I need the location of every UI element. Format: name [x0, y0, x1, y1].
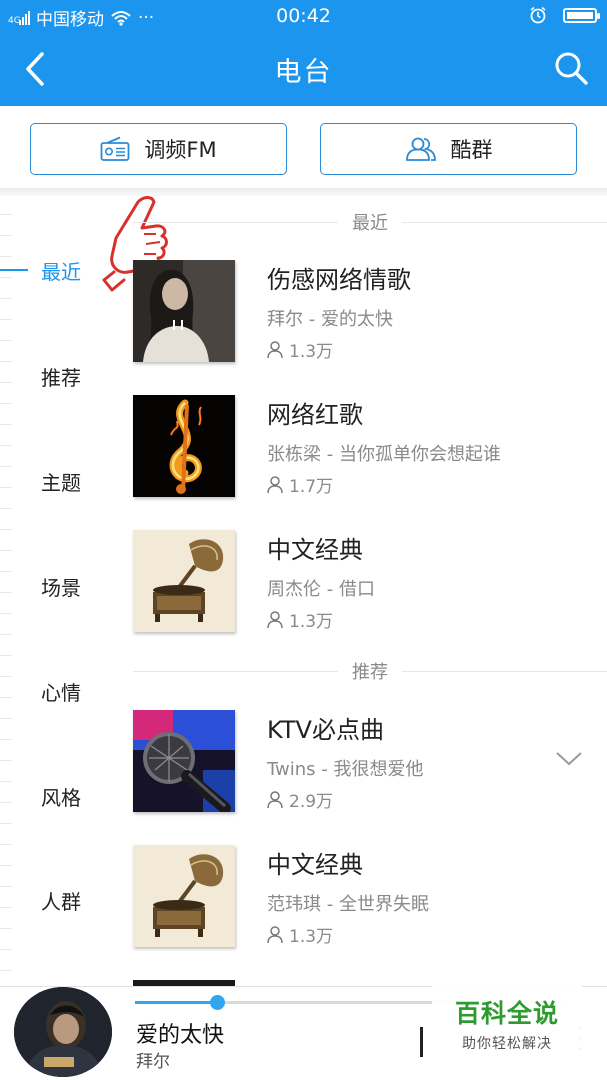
category-crowd[interactable]: 人群	[41, 886, 81, 915]
chevron-down-icon[interactable]	[554, 748, 584, 768]
item-title: 伤感网络情歌	[267, 266, 411, 294]
category-recommended[interactable]: 推荐	[41, 362, 81, 391]
fm-button-label: 调频FM	[144, 138, 217, 162]
section-header-recommended: 推荐	[133, 656, 607, 686]
fm-button[interactable]: 调频FM	[30, 123, 287, 175]
watermark-logo: 百科全说 助你轻松解决	[432, 986, 582, 1058]
album-cover-gramophone	[133, 845, 235, 947]
item-title: 网络红歌	[267, 401, 363, 429]
category-style[interactable]: 风格	[41, 782, 81, 811]
sidebar-scale	[0, 196, 12, 986]
list-item[interactable]: 中文经典 周杰伦 - 借口 1.3万	[133, 530, 607, 640]
item-subtitle: 拜尔 - 爱的太快	[267, 309, 393, 330]
listener-count: 1.3万	[267, 337, 333, 362]
item-subtitle: Twins - 我很想爱他	[267, 759, 424, 780]
item-title: 中文经典	[267, 851, 363, 879]
list-item[interactable]: KTV必点曲 Twins - 我很想爱他 2.9万	[133, 710, 607, 820]
person-icon	[267, 925, 283, 943]
radio-icon	[100, 136, 130, 161]
group-icon	[405, 137, 436, 161]
item-subtitle: 周杰伦 - 借口	[267, 579, 375, 600]
category-sidebar: 最近 推荐 主题 场景 心情 风格 人群	[0, 196, 118, 986]
progress-knob[interactable]	[209, 995, 225, 1010]
listener-count: 2.9万	[267, 787, 333, 812]
list-item[interactable]: 中文经典 范玮琪 - 全世界失眠 1.3万	[133, 845, 607, 955]
group-button-label: 酷群	[450, 138, 493, 162]
search-icon[interactable]	[551, 48, 591, 88]
list-item[interactable]: 网络红歌 张栋梁 - 当你孤单你会想起谁 1.7万	[133, 395, 607, 505]
alarm-icon	[530, 6, 546, 24]
list-item[interactable]: 伤感网络情歌 拜尔 - 爱的太快 1.3万	[133, 260, 607, 370]
album-cover-fire-clef	[133, 395, 235, 497]
watermark-title: 百科全说	[454, 999, 559, 1028]
top-button-row: 调频FM 酷群	[0, 106, 607, 190]
section-label: 最近	[352, 213, 388, 234]
listener-count: 1.7万	[267, 472, 333, 497]
category-themes[interactable]: 主题	[41, 467, 81, 496]
now-playing-cover[interactable]	[14, 987, 112, 1077]
album-cover-girl	[133, 260, 235, 362]
album-cover-gramophone	[133, 530, 235, 632]
category-mood[interactable]: 心情	[41, 677, 81, 706]
section-label: 推荐	[352, 662, 388, 683]
person-icon	[267, 340, 283, 358]
group-button[interactable]: 酷群	[320, 123, 577, 175]
category-scenes[interactable]: 场景	[41, 572, 81, 601]
status-bar: 4G 中国移动 ··· 00:42	[0, 0, 607, 32]
item-title: 中文经典	[267, 536, 363, 564]
watermark-subtitle: 助你轻松解决	[462, 1036, 552, 1052]
item-subtitle: 张栋梁 - 当你孤单你会想起谁	[267, 444, 501, 465]
listener-count: 1.3万	[267, 922, 333, 947]
battery-icon	[563, 7, 600, 23]
listener-count: 1.3万	[267, 607, 333, 632]
status-time: 00:42	[276, 5, 331, 27]
divider-shadow	[0, 188, 607, 196]
person-icon	[267, 475, 283, 493]
item-title: KTV必点曲	[267, 716, 384, 744]
progress-fill	[135, 1001, 217, 1004]
pause-button[interactable]	[420, 1027, 430, 1061]
page-title: 电台	[274, 57, 333, 88]
now-playing-artist: 拜尔	[136, 1052, 170, 1072]
person-icon	[267, 790, 283, 808]
category-recent[interactable]: 最近	[41, 256, 81, 285]
section-header-recent: 最近	[133, 207, 607, 237]
nav-bar: 电台	[0, 32, 607, 106]
now-playing-title: 爱的太快	[136, 1023, 225, 1048]
album-cover-microphone	[133, 710, 235, 812]
item-subtitle: 范玮琪 - 全世界失眠	[267, 894, 429, 915]
person-icon	[267, 610, 283, 628]
active-category-indicator	[0, 269, 28, 271]
